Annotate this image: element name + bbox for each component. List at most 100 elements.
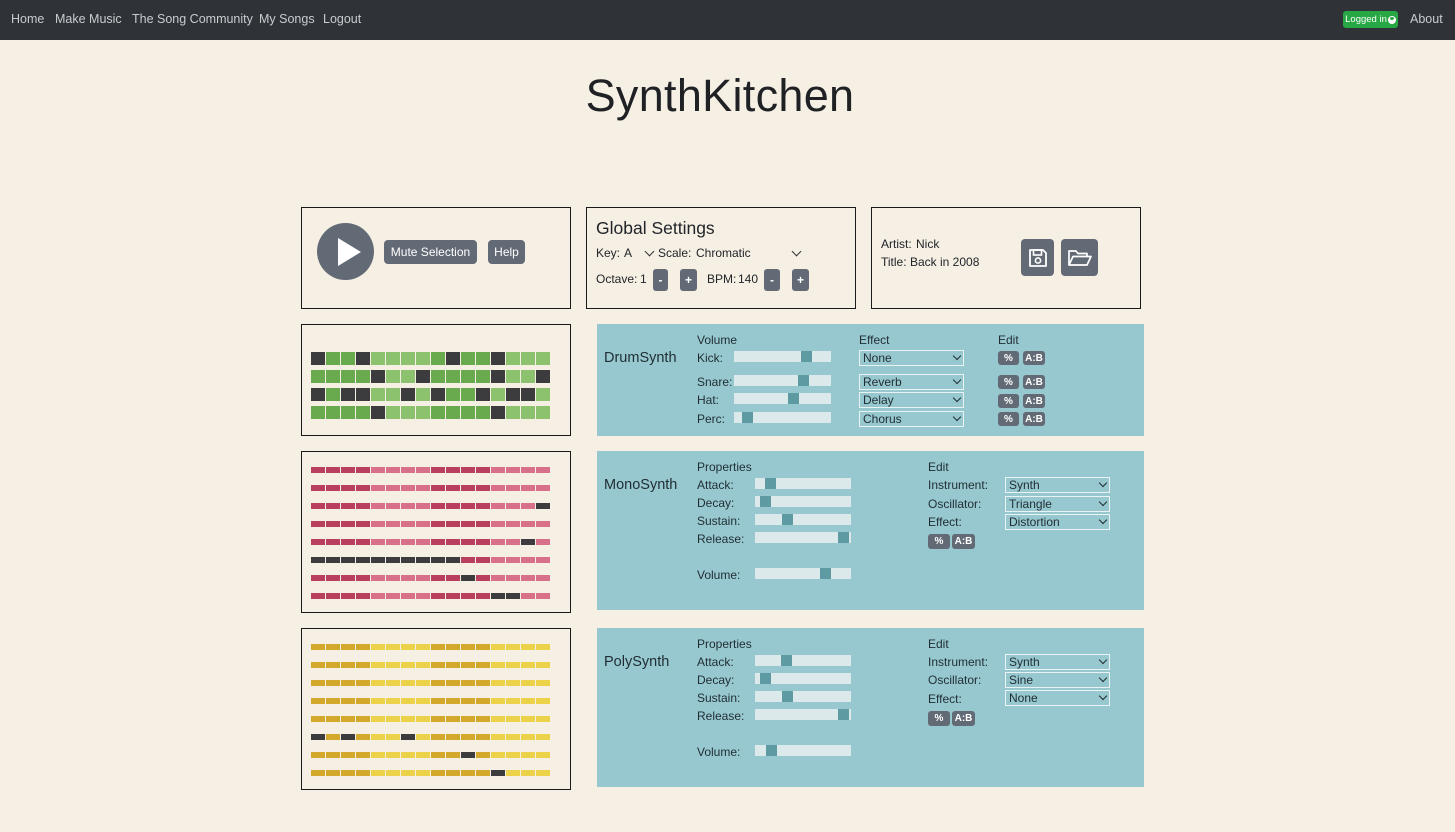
slider-thumb[interactable] — [765, 478, 776, 489]
step-cell[interactable] — [371, 406, 385, 419]
step-cell[interactable] — [341, 716, 355, 722]
step-cell[interactable] — [506, 352, 520, 365]
step-cell[interactable] — [311, 467, 325, 473]
step-cell[interactable] — [341, 698, 355, 704]
step-cell[interactable] — [491, 752, 505, 758]
step-cell[interactable] — [491, 644, 505, 650]
step-cell[interactable] — [476, 467, 490, 473]
step-cell[interactable] — [341, 521, 355, 527]
step-cell[interactable] — [476, 485, 490, 491]
hat-percent-button[interactable]: % — [998, 394, 1019, 408]
step-cell[interactable] — [356, 370, 370, 383]
step-cell[interactable] — [356, 575, 370, 581]
attack-slider[interactable] — [755, 655, 851, 666]
step-cell[interactable] — [431, 734, 445, 740]
step-cell[interactable] — [431, 539, 445, 545]
step-cell[interactable] — [386, 539, 400, 545]
step-cell[interactable] — [446, 485, 460, 491]
slider-thumb[interactable] — [788, 393, 799, 404]
step-cell[interactable] — [476, 521, 490, 527]
step-cell[interactable] — [536, 370, 550, 383]
step-cell[interactable] — [461, 406, 475, 419]
step-cell[interactable] — [476, 698, 490, 704]
step-cell[interactable] — [311, 734, 325, 740]
step-cell[interactable] — [326, 503, 340, 509]
kick-effect-select[interactable]: None — [859, 350, 964, 366]
bpm-decrease-button[interactable]: - — [764, 269, 780, 291]
step-cell[interactable] — [521, 467, 535, 473]
snare-percent-button[interactable]: % — [998, 375, 1019, 389]
step-cell[interactable] — [311, 521, 325, 527]
hat-effect-select[interactable]: Delay — [859, 392, 964, 408]
step-cell[interactable] — [446, 662, 460, 668]
step-cell[interactable] — [506, 716, 520, 722]
step-cell[interactable] — [356, 770, 370, 776]
step-cell[interactable] — [431, 557, 445, 563]
step-cell[interactable] — [431, 752, 445, 758]
step-cell[interactable] — [521, 734, 535, 740]
slider-thumb[interactable] — [766, 745, 777, 756]
step-cell[interactable] — [461, 644, 475, 650]
step-cell[interactable] — [476, 593, 490, 599]
step-cell[interactable] — [311, 352, 325, 365]
step-cell[interactable] — [491, 680, 505, 686]
step-cell[interactable] — [536, 698, 550, 704]
step-cell[interactable] — [461, 593, 475, 599]
step-cell[interactable] — [536, 557, 550, 563]
step-cell[interactable] — [401, 716, 415, 722]
step-cell[interactable] — [326, 352, 340, 365]
volume-slider[interactable] — [755, 745, 851, 756]
step-cell[interactable] — [416, 716, 430, 722]
step-cell[interactable] — [536, 521, 550, 527]
step-cell[interactable] — [401, 770, 415, 776]
step-cell[interactable] — [341, 662, 355, 668]
step-cell[interactable] — [536, 593, 550, 599]
step-cell[interactable] — [341, 352, 355, 365]
step-cell[interactable] — [326, 485, 340, 491]
step-cell[interactable] — [446, 593, 460, 599]
nav-about-link[interactable]: About — [1410, 12, 1443, 26]
step-cell[interactable] — [311, 370, 325, 383]
step-cell[interactable] — [476, 752, 490, 758]
step-cell[interactable] — [401, 698, 415, 704]
step-cell[interactable] — [386, 370, 400, 383]
step-cell[interactable] — [476, 557, 490, 563]
sustain-slider[interactable] — [755, 514, 851, 525]
perc-percent-button[interactable]: % — [998, 412, 1019, 426]
step-cell[interactable] — [446, 521, 460, 527]
step-cell[interactable] — [341, 734, 355, 740]
step-cell[interactable] — [371, 734, 385, 740]
step-cell[interactable] — [536, 644, 550, 650]
step-cell[interactable] — [476, 503, 490, 509]
step-cell[interactable] — [356, 539, 370, 545]
step-cell[interactable] — [521, 698, 535, 704]
step-cell[interactable] — [311, 388, 325, 401]
step-cell[interactable] — [506, 734, 520, 740]
step-cell[interactable] — [341, 644, 355, 650]
step-cell[interactable] — [386, 752, 400, 758]
step-cell[interactable] — [416, 539, 430, 545]
step-cell[interactable] — [356, 467, 370, 473]
nav-song-community-link[interactable]: The Song Community — [132, 12, 253, 26]
instrument-select[interactable]: Synth — [1005, 654, 1110, 670]
perc-effect-select[interactable]: Chorus — [859, 411, 964, 427]
step-cell[interactable] — [521, 770, 535, 776]
step-cell[interactable] — [461, 539, 475, 545]
step-cell[interactable] — [401, 388, 415, 401]
step-cell[interactable] — [521, 680, 535, 686]
instrument-select[interactable]: Synth — [1005, 477, 1110, 493]
kick-volume-slider[interactable] — [734, 351, 831, 362]
step-cell[interactable] — [536, 467, 550, 473]
nav-home-link[interactable]: Home — [11, 12, 44, 26]
step-cell[interactable] — [491, 352, 505, 365]
step-cell[interactable] — [341, 770, 355, 776]
step-cell[interactable] — [326, 467, 340, 473]
step-cell[interactable] — [491, 575, 505, 581]
step-cell[interactable] — [506, 644, 520, 650]
step-cell[interactable] — [521, 716, 535, 722]
step-cell[interactable] — [461, 388, 475, 401]
step-cell[interactable] — [536, 388, 550, 401]
decay-slider[interactable] — [755, 496, 851, 507]
slider-thumb[interactable] — [782, 514, 793, 525]
step-cell[interactable] — [461, 716, 475, 722]
